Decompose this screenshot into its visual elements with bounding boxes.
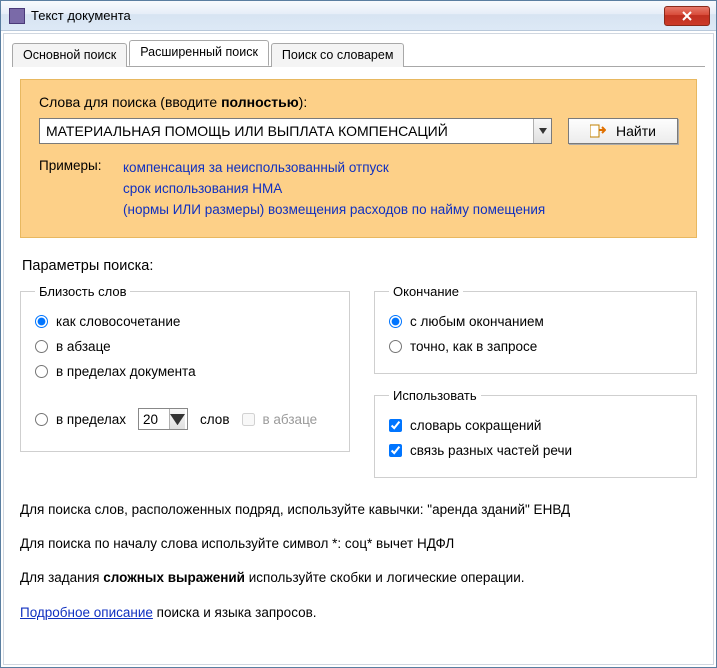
check-abbrev-label: словарь сокращений bbox=[410, 418, 541, 433]
find-icon bbox=[590, 124, 606, 138]
client-area: Основной поиск Расширенный поиск Поиск с… bbox=[3, 33, 714, 665]
radio-as-phrase[interactable]: как словосочетание bbox=[35, 309, 335, 334]
find-button-label: Найти bbox=[616, 123, 656, 139]
hints-block: Для поиска слов, расположенных подряд, и… bbox=[20, 500, 697, 623]
group-ending: Окончание с любым окончанием точно, как … bbox=[374, 284, 697, 374]
group-proximity-legend: Близость слов bbox=[35, 284, 130, 299]
within-in-paragraph-cb bbox=[242, 413, 255, 426]
example-line: срок использования НМА bbox=[123, 179, 545, 200]
within-spin-button[interactable] bbox=[169, 409, 185, 429]
group-use-legend: Использовать bbox=[389, 388, 481, 403]
example-line: (нормы ИЛИ размеры) возмещения расходов … bbox=[123, 200, 545, 221]
detailed-description-link[interactable]: Подробное описание bbox=[20, 605, 153, 620]
examples-lines: компенсация за неиспользованный отпуск с… bbox=[123, 158, 545, 221]
search-label-suffix: ): bbox=[299, 94, 308, 110]
window-title: Текст документа bbox=[31, 8, 664, 23]
check-morph[interactable]: связь разных частей речи bbox=[389, 438, 682, 463]
radio-as-phrase-label: как словосочетание bbox=[56, 314, 180, 329]
examples-block: Примеры: компенсация за неиспользованный… bbox=[39, 158, 678, 221]
close-button[interactable] bbox=[664, 6, 710, 26]
radio-in-document[interactable]: в пределах документа bbox=[35, 359, 335, 384]
radio-within-suffix: слов bbox=[200, 412, 229, 427]
search-dropdown-button[interactable] bbox=[533, 119, 551, 143]
check-abbrev[interactable]: словарь сокращений bbox=[389, 413, 682, 438]
radio-in-paragraph-label: в абзаце bbox=[56, 339, 111, 354]
tab-dictionary-search[interactable]: Поиск со словарем bbox=[271, 43, 405, 67]
hint-complex-prefix: Для задания bbox=[20, 570, 103, 585]
radio-within-input[interactable] bbox=[35, 413, 48, 426]
group-ending-legend: Окончание bbox=[389, 284, 463, 299]
hint-quotes: Для поиска слов, расположенных подряд, и… bbox=[20, 500, 697, 520]
hint-link-suffix: поиска и языка запросов. bbox=[153, 605, 317, 620]
search-row: Найти bbox=[39, 118, 678, 144]
tab-content: Слова для поиска (вводите полностью): На… bbox=[4, 67, 713, 664]
radio-in-paragraph-input[interactable] bbox=[35, 340, 48, 353]
tab-extended-search[interactable]: Расширенный поиск bbox=[129, 40, 269, 66]
radio-within-prefix: в пределах bbox=[56, 412, 126, 427]
hint-complex-suffix: используйте скобки и логические операции… bbox=[245, 570, 525, 585]
radio-in-document-label: в пределах документа bbox=[56, 364, 196, 379]
hint-complex-bold: сложных выражений bbox=[103, 570, 245, 585]
examples-label: Примеры: bbox=[39, 158, 109, 221]
radio-ending-exact[interactable]: точно, как в запросе bbox=[389, 334, 682, 359]
tab-strip: Основной поиск Расширенный поиск Поиск с… bbox=[4, 34, 713, 66]
params-row: Близость слов как словосочетание в абзац… bbox=[20, 284, 697, 478]
within-value-input[interactable] bbox=[139, 409, 169, 429]
search-label-prefix: Слова для поиска (вводите bbox=[39, 94, 221, 110]
within-in-paragraph-label: в абзаце bbox=[263, 412, 318, 427]
tab-basic-search[interactable]: Основной поиск bbox=[12, 43, 127, 67]
radio-as-phrase-input[interactable] bbox=[35, 315, 48, 328]
search-label: Слова для поиска (вводите полностью): bbox=[39, 94, 678, 110]
titlebar: Текст документа bbox=[1, 1, 716, 31]
app-icon bbox=[9, 8, 25, 24]
right-column: Окончание с любым окончанием точно, как … bbox=[374, 284, 697, 478]
hint-link-line: Подробное описание поиска и языка запрос… bbox=[20, 603, 697, 623]
radio-ending-exact-input[interactable] bbox=[389, 340, 402, 353]
close-icon bbox=[682, 11, 692, 21]
hint-complex: Для задания сложных выражений используйт… bbox=[20, 568, 697, 588]
search-combo[interactable] bbox=[39, 118, 552, 144]
radio-ending-any-label: с любым окончанием bbox=[410, 314, 544, 329]
radio-ending-exact-label: точно, как в запросе bbox=[410, 339, 537, 354]
radio-within-row: в пределах слов в абзаце bbox=[35, 402, 335, 437]
chevron-down-icon bbox=[539, 128, 547, 134]
within-in-paragraph: в абзаце bbox=[242, 407, 318, 432]
search-panel: Слова для поиска (вводите полностью): На… bbox=[20, 79, 697, 238]
search-label-bold: полностью bbox=[221, 94, 299, 110]
within-spinbox[interactable] bbox=[138, 408, 188, 430]
find-button[interactable]: Найти bbox=[568, 118, 678, 144]
check-abbrev-input[interactable] bbox=[389, 419, 402, 432]
window-frame: Текст документа Основной поиск Расширенн… bbox=[0, 0, 717, 668]
hint-wildcard: Для поиска по началу слова используйте с… bbox=[20, 534, 697, 554]
group-proximity: Близость слов как словосочетание в абзац… bbox=[20, 284, 350, 452]
chevron-down-icon bbox=[170, 414, 185, 425]
radio-in-document-input[interactable] bbox=[35, 365, 48, 378]
radio-in-paragraph[interactable]: в абзаце bbox=[35, 334, 335, 359]
group-use: Использовать словарь сокращений связь ра… bbox=[374, 388, 697, 478]
search-input[interactable] bbox=[40, 119, 533, 143]
radio-ending-any[interactable]: с любым окончанием bbox=[389, 309, 682, 334]
check-morph-label: связь разных частей речи bbox=[410, 443, 572, 458]
radio-ending-any-input[interactable] bbox=[389, 315, 402, 328]
check-morph-input[interactable] bbox=[389, 444, 402, 457]
example-line: компенсация за неиспользованный отпуск bbox=[123, 158, 545, 179]
params-title: Параметры поиска: bbox=[22, 258, 695, 274]
